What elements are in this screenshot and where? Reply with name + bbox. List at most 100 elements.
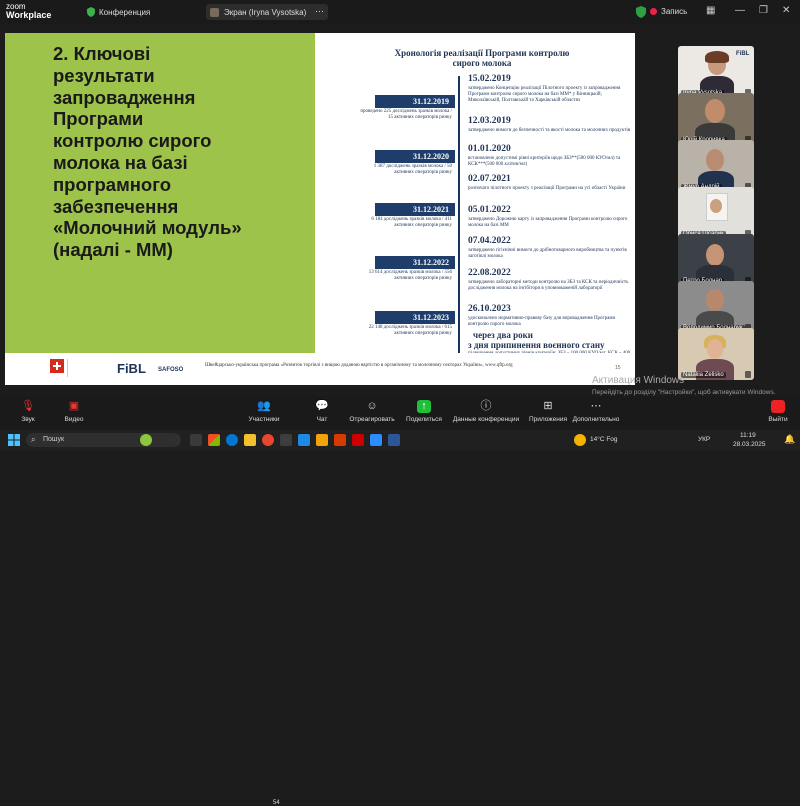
restore-icon[interactable]: ❐ [759,5,768,16]
timeline-date: 01.01.2020 [468,144,511,154]
mail-icon[interactable] [298,434,310,446]
swiss-flag-icon [50,359,64,373]
video-tile[interactable]: Жмур Андрій [678,140,754,192]
file-explorer-icon[interactable] [244,434,256,446]
meeting-info-button[interactable]: ⓘ Данные конференции [446,400,526,423]
chat-button[interactable]: 💬 Чат [294,400,350,423]
windows-start-icon[interactable] [8,434,20,446]
fibl-logo: FiBL [117,361,146,376]
timeline-desc: затверджено гігієнічні вимоги до дрібнот… [468,248,627,259]
more-button[interactable]: ⋯ Дополнительно [568,400,624,423]
react-button[interactable]: ☺ Отреагировать [344,400,400,423]
year-tag: 31.12.2023 [375,311,455,324]
year-tag: 31.12.2022 [375,256,455,269]
participants-button[interactable]: 👥 Участники [236,400,292,423]
year-tag: 31.12.2019 [375,95,455,108]
widget-icon[interactable] [140,434,152,446]
timeline-date: 15.02.2019 [468,74,511,84]
participant-name: Nataliia Zelisko [681,372,726,378]
notification-icon[interactable]: 🔔 [784,434,795,445]
minimize-icon[interactable]: — [735,5,745,16]
shared-slide: 2. Ключові результати запровадження Прог… [5,33,635,385]
timeline-desc: затверджено лабораторні методи контролю … [468,280,629,291]
copilot-icon[interactable] [208,434,220,446]
video-tile[interactable]: Nataliia Zelisko [678,328,754,380]
zoom-taskbar-icon[interactable] [370,434,382,446]
video-tile[interactable]: Юрій Кропивка [678,93,754,145]
timeline-desc: розпочато пілотного проекту з реалізації… [468,186,626,191]
record-dot-icon [650,8,657,15]
year-note: 6 184 досліджень зразків молока / 411 ак… [371,217,452,228]
timeline-date: 26.10.2023 [468,304,511,314]
edge-icon[interactable] [226,434,238,446]
conference-label[interactable]: Конференция [99,8,150,17]
participants-count: 54 [273,800,280,806]
timeline-desc: встановлено допустимі рівні критеріїв що… [468,156,621,167]
footer-text: Швейцарсько-українська програма «Розвито… [205,363,513,368]
screen-share-pill[interactable]: Экран (Iryna Vysotska) ⋯ [206,4,328,20]
shield-check-icon [87,7,95,17]
chrome-icon[interactable] [262,434,274,446]
search-icon: ⌕ [31,435,36,444]
zoom-top-bar: zoom Workplace Конференция Экран (Iryna … [0,0,800,24]
timeline-date: 02.07.2021 [468,174,511,184]
clock-date[interactable]: 28.03.2025 [733,441,766,448]
safoso-logo: SAFOSO [158,367,184,373]
chat-icon: 💬 [315,400,329,412]
mic-muted-icon: 🎙 [21,400,35,412]
timeline-date: 12.03.2019 [468,116,511,126]
avatar [210,7,219,17]
video-tile[interactable]: Петро Боднар [678,234,754,286]
year-note: проведено 225 досліджень зразків молока … [360,109,452,120]
camera-off-icon: ▣ [68,400,80,412]
emoji-icon: ☺ [366,400,378,412]
weather-text[interactable]: 14°C Fog [590,436,618,443]
slide-title: 2. Ключові результати запровадження Прог… [53,43,242,261]
year-note: 13 614 досліджень зразків молока / 556 а… [368,270,452,281]
word-icon[interactable] [388,434,400,446]
windows-taskbar: ⌕ Пошук 14°C Fog УКР 11:19 28.03.2025 🔔 [0,430,800,450]
language-indicator[interactable]: УКР [698,436,710,443]
year-note: 22 148 досліджень зразків молока / 615 а… [368,325,452,336]
timeline-title: Хронологія реалізації Програми контролю … [394,48,570,68]
mic-icon [745,371,751,378]
timeline-date: 22.08.2022 [468,268,511,278]
store-icon[interactable] [280,434,292,446]
video-tile[interactable]: FiBL Iryna Vysotska [678,46,754,98]
record-indicator[interactable]: Запись [650,7,687,16]
clock-time[interactable]: 11:19 [740,432,756,439]
page-number: 15 [615,365,621,371]
swiss-confederation-logo [67,359,107,377]
office-icon[interactable] [334,434,346,446]
timeline-date: через два роки [473,330,533,340]
share-button[interactable]: ↑ Поделиться [396,400,452,423]
exit-icon [771,400,785,413]
close-icon[interactable]: ✕ [782,5,790,16]
timeline-date: з дня припинення воєнного стану [468,340,605,350]
pdf-icon[interactable] [352,434,364,446]
year-note: 1 387 досліджень зразків молока / 50 акт… [373,164,452,175]
encryption-shield-icon[interactable] [636,6,646,18]
video-tile[interactable]: Володимир Боднарук [678,281,754,333]
year-tag: 31.12.2021 [375,203,455,216]
zoom-logo: zoom Workplace [6,2,52,20]
timeline-desc: затверджено Концепцію реалізації Пілотно… [468,86,621,103]
timeline-desc: затверджено вимоги до безпечності та яко… [468,128,631,133]
end-button[interactable]: Выйти [762,400,794,423]
participants-icon: 👥 [257,400,271,412]
app-icon[interactable] [316,434,328,446]
more-icon[interactable]: ⋯ [315,6,324,17]
weather-icon[interactable] [574,434,586,446]
video-button[interactable]: ▣ Видео [46,400,102,423]
meeting-toolbar: 🎙 Звук ▣ Видео 👥 Участники 54 💬 Чат ☺ От… [0,396,800,806]
taskbar-search[interactable]: ⌕ Пошук [26,433,181,447]
apps-icon: ⊞ [543,400,553,412]
task-view-icon[interactable] [190,434,202,446]
timeline-date: 07.04.2022 [468,236,511,246]
year-tag: 31.12.2020 [375,150,455,163]
video-tile[interactable]: Орися Цісарик [678,187,754,239]
timeline-axis [458,76,460,371]
slide-footer: FiBL SAFOSO Швейцарсько-українська прогр… [5,353,635,385]
view-icon[interactable]: ▦ [706,5,715,16]
timeline-desc: затверджено Дорожню карту із запроваджен… [468,217,628,228]
